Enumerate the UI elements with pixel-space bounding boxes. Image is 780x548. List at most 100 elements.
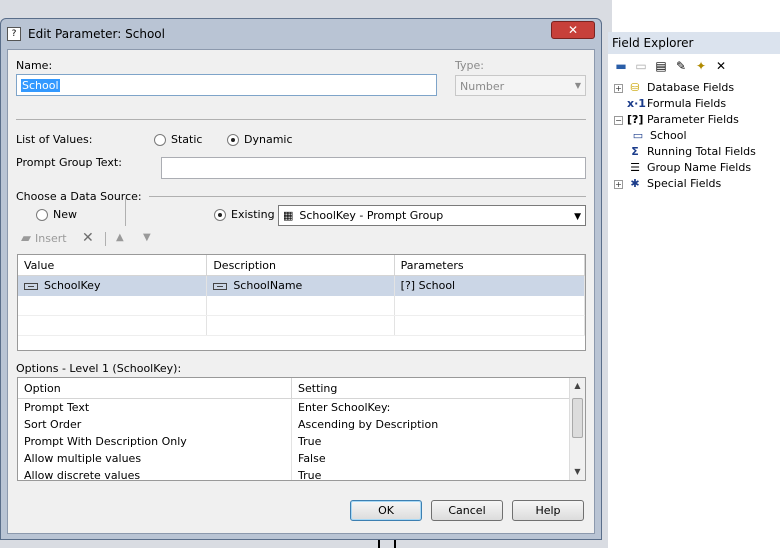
delete-row-button[interactable]: ✕ (82, 230, 94, 246)
type-value: Number (460, 80, 505, 93)
radio-circle (36, 208, 48, 221)
field-icon (24, 282, 38, 290)
tree-item-label: Parameter Fields (647, 113, 739, 126)
options-grid[interactable]: Option Setting Prompt Text Enter SchoolK… (17, 377, 586, 481)
options-label: Options - Level 1 (SchoolKey): (16, 362, 182, 375)
dialog-title: Edit Parameter: School (28, 27, 165, 41)
dialog-titlebar[interactable]: ? Edit Parameter: School ✕ (1, 19, 601, 49)
help-button[interactable]: Help (512, 500, 584, 521)
separator (16, 119, 586, 120)
tree-item-formula-fields[interactable]: x·1 Formula Fields (608, 96, 780, 112)
prompt-group-field[interactable] (161, 157, 586, 179)
browse-icon[interactable]: ▭ (634, 59, 648, 73)
cancel-button[interactable]: Cancel (431, 500, 503, 521)
formula-icon: x·1 (627, 97, 646, 110)
new-radio[interactable]: New (36, 208, 77, 221)
close-button[interactable]: ✕ (551, 21, 595, 39)
options-grid-header: Option Setting (18, 378, 585, 399)
tree-item-label: Formula Fields (647, 97, 727, 110)
type-label: Type: (455, 59, 484, 72)
radio-circle (154, 133, 166, 146)
scroll-up-icon[interactable]: ▲ (570, 378, 585, 394)
field-icon (213, 282, 228, 290)
delete-icon: ✕ (82, 230, 94, 246)
field-tree: + ⛁ Database Fields x·1 Formula Fields −… (608, 80, 780, 192)
sum-icon: Σ (631, 145, 639, 158)
insert-icon: ▰ (21, 231, 31, 246)
field-icon: ▭ (632, 129, 644, 142)
move-down-button[interactable]: ▼ (143, 232, 151, 243)
type-select[interactable]: Number ▼ (455, 75, 586, 96)
parameter-icon: [?] (627, 113, 644, 126)
tree-item-running-total-fields[interactable]: Σ Running Total Fields (608, 144, 780, 160)
tree-item-database-fields[interactable]: + ⛁ Database Fields (608, 80, 780, 96)
ok-button[interactable]: OK (350, 500, 422, 521)
chevron-down-icon: ▼ (574, 81, 581, 90)
radio-circle (227, 133, 239, 146)
scroll-down-icon[interactable]: ▼ (570, 464, 585, 480)
option-row[interactable]: Prompt Text Enter SchoolKey: (18, 399, 585, 416)
vertical-separator (125, 198, 126, 226)
move-up-button[interactable]: ▲ (116, 232, 124, 243)
existing-label: Existing (231, 208, 275, 221)
radio-circle (214, 208, 226, 221)
cell-value[interactable]: SchoolKey (18, 276, 208, 296)
new-label: New (53, 208, 77, 221)
static-radio[interactable]: Static (154, 133, 202, 146)
existing-source-select[interactable]: ▦ SchoolKey - Prompt Group ▼ (278, 205, 586, 226)
static-label: Static (171, 133, 203, 146)
arrow-up-icon: ▲ (116, 232, 124, 243)
table-row-empty[interactable] (18, 296, 585, 316)
table-row-empty[interactable] (18, 316, 585, 336)
values-grid[interactable]: Value Description Parameters SchoolKey S… (17, 254, 586, 351)
scroll-thumb[interactable] (572, 398, 583, 438)
edit-parameter-dialog: ? Edit Parameter: School ✕ Name: School … (0, 18, 602, 540)
parameter-dialog-icon: ? (7, 27, 21, 41)
rename-icon[interactable]: ✦ (694, 59, 708, 73)
option-row[interactable]: Allow multiple values False (18, 450, 585, 467)
chevron-down-icon: ▼ (574, 212, 581, 222)
option-row[interactable]: Allow discrete values True (18, 467, 585, 480)
delete-icon[interactable]: ✕ (714, 59, 728, 73)
tree-item-group-name-fields[interactable]: ☰ Group Name Fields (608, 160, 780, 176)
name-field[interactable]: School (16, 74, 437, 96)
tree-item-label: Group Name Fields (647, 161, 752, 174)
existing-source-value: SchoolKey - Prompt Group (299, 209, 444, 222)
existing-radio[interactable]: Existing (214, 208, 275, 221)
edit-icon[interactable]: ✎ (674, 59, 688, 73)
group-icon: ☰ (630, 161, 640, 174)
cell-description[interactable]: SchoolName (207, 276, 395, 296)
option-row[interactable]: Prompt With Description Only True (18, 433, 585, 450)
data-source-label: Choose a Data Source: (16, 190, 142, 203)
dialog-client-area: Name: School Type: Number ▼ List of Valu… (7, 49, 595, 534)
cell-parameters[interactable]: [?] School (395, 276, 585, 296)
collapse-icon[interactable]: − (614, 115, 623, 125)
tree-item-school[interactable]: ▭ School (608, 128, 780, 144)
column-header-option[interactable]: Option (18, 378, 292, 398)
options-scrollbar[interactable]: ▲ ▼ (569, 378, 585, 480)
dynamic-label: Dynamic (244, 133, 293, 146)
option-row[interactable]: Sort Order Ascending by Description (18, 416, 585, 433)
toolbar-separator (105, 232, 106, 246)
column-header-setting[interactable]: Setting (292, 378, 570, 398)
tree-item-parameter-fields[interactable]: − [?] Parameter Fields (608, 112, 780, 128)
insert-button[interactable]: ▰ Insert (21, 231, 67, 246)
list-of-values-label: List of Values: (16, 133, 93, 146)
column-header-value[interactable]: Value (18, 255, 208, 275)
special-icon: ✱ (630, 177, 640, 190)
name-label: Name: (16, 59, 53, 72)
insert-icon[interactable]: ▬ (614, 59, 628, 73)
arrow-down-icon: ▼ (143, 232, 151, 243)
tree-item-label: Database Fields (647, 81, 735, 94)
table-row[interactable]: SchoolKey SchoolName [?] School (18, 276, 585, 296)
tree-item-special-fields[interactable]: + ✱ Special Fields (608, 176, 780, 192)
dynamic-radio[interactable]: Dynamic (227, 133, 293, 146)
database-icon: ⛁ (630, 81, 640, 94)
column-header-parameters[interactable]: Parameters (395, 255, 585, 275)
expand-icon[interactable]: + (614, 83, 623, 93)
expand-icon[interactable]: + (614, 179, 623, 189)
values-grid-header: Value Description Parameters (18, 255, 585, 276)
separator (149, 196, 586, 197)
new-icon[interactable]: ▤ (654, 59, 668, 73)
column-header-description[interactable]: Description (207, 255, 395, 275)
